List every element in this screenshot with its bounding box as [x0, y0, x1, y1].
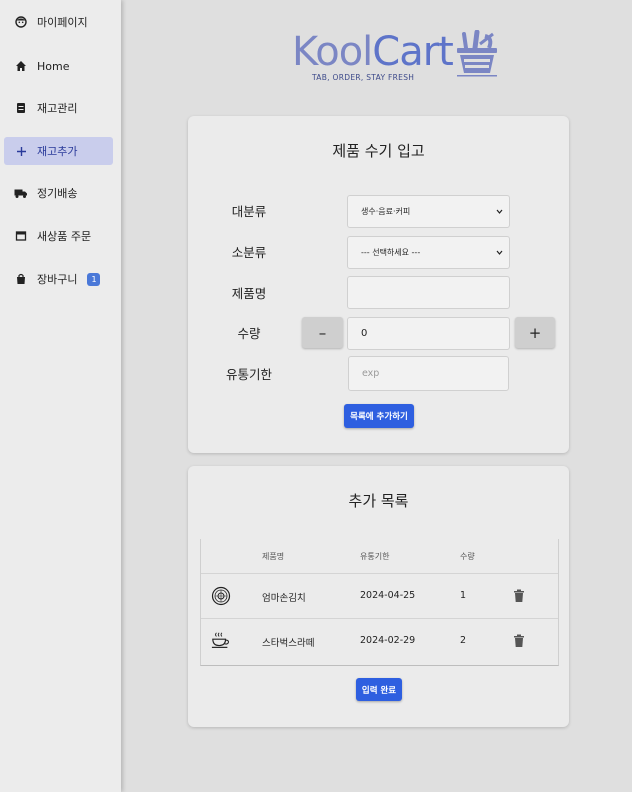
cart-count-badge: 1 [87, 272, 101, 286]
column-header-expiry: 유통기한 [360, 552, 390, 561]
sidebar-item-delivery[interactable]: 정기배송 [4, 179, 113, 207]
column-header-name: 제품명 [262, 552, 285, 561]
category-select[interactable]: 생수·음료·커피 [347, 195, 510, 228]
decrease-quantity-button[interactable]: – [302, 317, 343, 348]
logo-wordmark: KoolCart [292, 29, 454, 75]
sidebar-item-home[interactable]: Home [4, 52, 113, 80]
subcategory-label: 소분류 [231, 245, 267, 260]
delete-icon[interactable] [513, 634, 525, 648]
row-product-name: 엄마손김치 [262, 593, 306, 604]
inventory-icon [14, 101, 28, 115]
truck-icon [14, 186, 28, 200]
expiry-label: 유통기한 [225, 367, 272, 382]
table-row: 스타벅스라떼 2024-02-29 2 [201, 618, 558, 664]
sidebar-item-mypage[interactable]: 마이페이지 [4, 8, 113, 36]
product-name-input[interactable] [347, 276, 510, 309]
logo-tagline: TAB, ORDER, STAY FRESH [312, 73, 415, 82]
sidebar-item-label: 재고추가 [37, 145, 78, 158]
increase-quantity-button[interactable]: + [515, 317, 555, 348]
coffee-cup-icon [211, 632, 229, 648]
bag-icon [14, 272, 28, 286]
row-product-name: 스타벅스라떼 [262, 638, 315, 649]
row-quantity: 1 [460, 590, 467, 601]
plus-icon [14, 144, 28, 158]
row-expiry: 2024-04-25 [360, 590, 416, 601]
subcategory-select[interactable]: --- 선택하세요 --- [347, 236, 510, 269]
add-to-list-button[interactable]: 목록에 추가하기 [344, 404, 414, 428]
sidebar-item-new-order[interactable]: 새상품 주문 [4, 222, 113, 250]
column-header-qty: 수량 [460, 552, 475, 561]
row-quantity: 2 [460, 635, 467, 646]
expiry-input[interactable]: exp [348, 356, 509, 391]
sidebar-item-inventory[interactable]: 재고관리 [4, 94, 113, 122]
submit-button[interactable]: 입력 완료 [356, 678, 402, 701]
category-label: 대분류 [231, 204, 267, 219]
store-icon [14, 229, 28, 243]
face-icon [14, 15, 28, 29]
sidebar-item-label: 마이페이지 [37, 16, 88, 29]
grocery-basket-icon [457, 30, 497, 77]
sidebar-item-label: 새상품 주문 [37, 230, 92, 243]
form-title: 제품 수기 입고 [332, 142, 425, 160]
quantity-label: 수량 [237, 326, 261, 341]
chevron-down-icon [496, 209, 503, 214]
home-icon [14, 59, 28, 73]
sidebar-item-add-stock[interactable]: 재고추가 [4, 137, 113, 165]
table-row: 엄마손김치 2024-04-25 1 [201, 573, 558, 619]
sidebar-item-label: Home [37, 59, 70, 73]
sidebar-item-cart[interactable]: 장바구니 1 [4, 265, 113, 293]
quantity-input[interactable]: 0 [347, 317, 510, 350]
delete-icon[interactable] [513, 589, 525, 603]
sidebar-item-label: 장바구니 [37, 273, 78, 286]
expiry-placeholder: exp [362, 368, 380, 379]
category-select-value: 생수·음료·커피 [361, 207, 411, 216]
logo: KoolCart TAB, ORDER, STAY FRESH [292, 30, 502, 86]
sidebar: 마이페이지 Home 재고관리 재고추가 정기배송 새상품 주문 장바구니 1 [0, 0, 121, 792]
product-name-label: 제품명 [231, 286, 267, 301]
chevron-down-icon [496, 250, 503, 255]
sidebar-item-label: 정기배송 [37, 187, 78, 200]
list-title: 추가 목록 [348, 492, 409, 510]
sidebar-item-label: 재고관리 [37, 102, 78, 115]
row-expiry: 2024-02-29 [360, 635, 416, 646]
subcategory-select-value: --- 선택하세요 --- [361, 248, 421, 257]
added-items-table: 제품명 유통기한 수량 엄마손김치 2024-04-25 1 스타벅스라떼 20… [200, 539, 559, 666]
coin-icon [211, 586, 231, 606]
